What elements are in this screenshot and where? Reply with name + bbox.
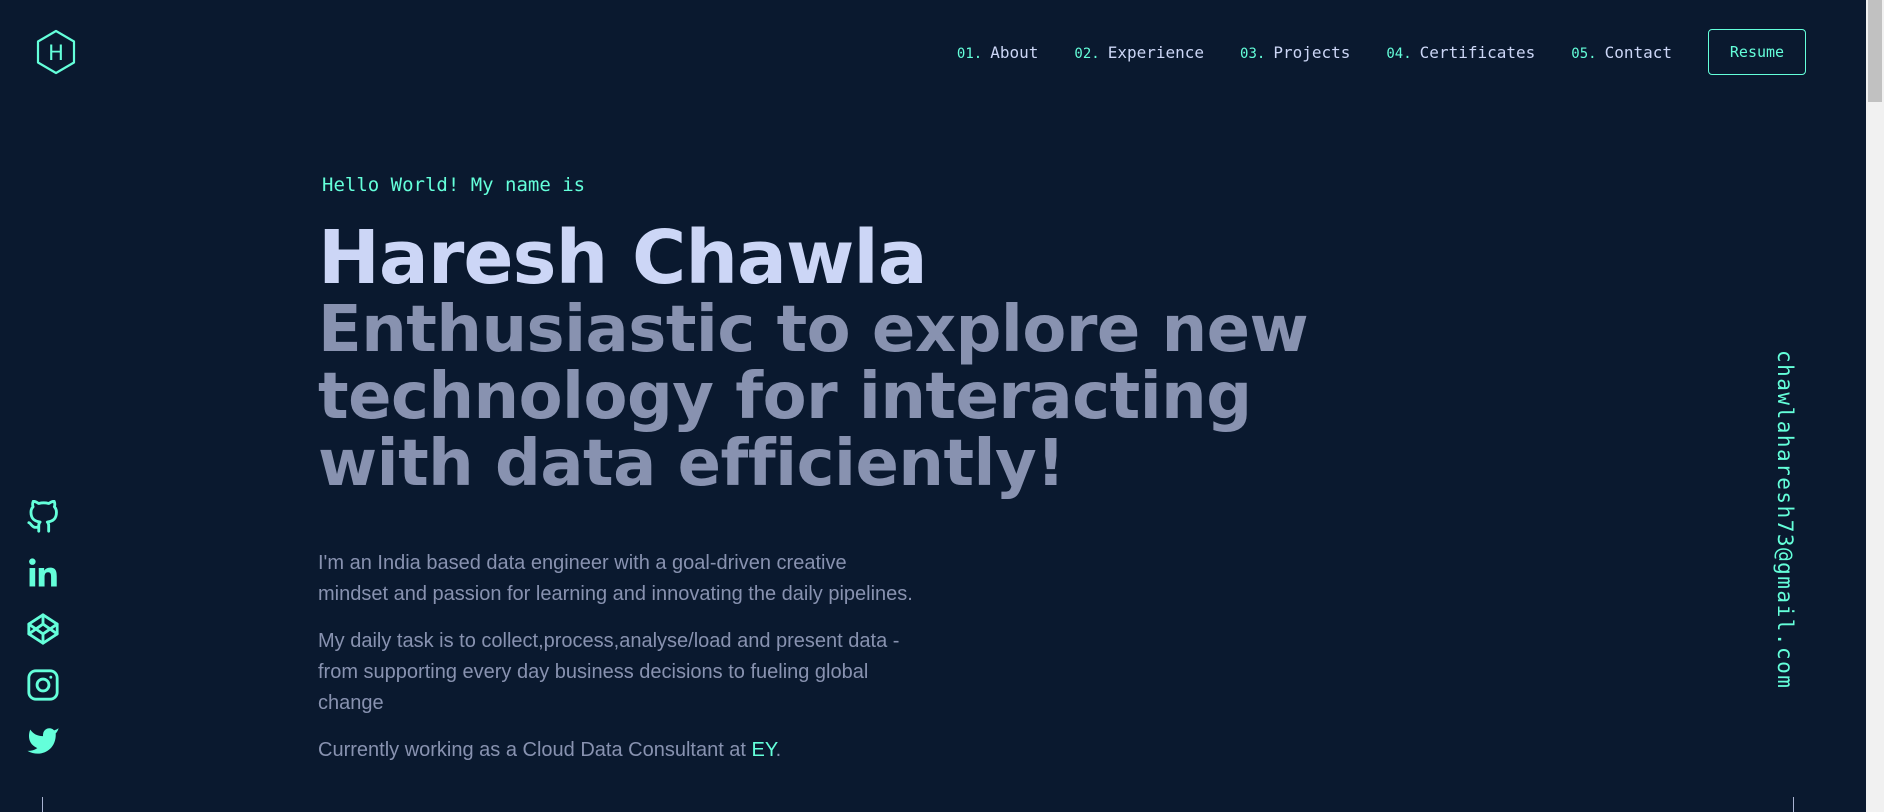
company-link[interactable]: EY <box>752 739 776 761</box>
scrollbar-thumb[interactable] <box>1868 0 1882 102</box>
main-nav: 01. About 02. Experience 03. Projects 04… <box>957 29 1806 75</box>
nav-label: About <box>990 42 1039 62</box>
current-role: Currently working as a Cloud Data Consul… <box>318 735 918 766</box>
nav-item-projects[interactable]: 03. Projects <box>1240 43 1350 62</box>
social-links <box>26 500 60 780</box>
hero-bio: I'm an India based data engineer with a … <box>318 548 918 766</box>
nav-item-contact[interactable]: 05. Contact <box>1571 43 1672 62</box>
bio-paragraph: I'm an India based data engineer with a … <box>318 552 913 605</box>
nav-number: 05. <box>1571 45 1597 62</box>
portfolio-page: H 01. About 02. Experience 03. Projects … <box>0 0 1866 812</box>
hero-greeting: Hello World! My name is <box>322 174 586 196</box>
codepen-icon[interactable] <box>26 612 60 646</box>
nav-label: Certificates <box>1419 42 1536 62</box>
current-role-text: Currently working as a Cloud Data Consul… <box>318 739 752 761</box>
right-divider-line <box>1793 797 1794 812</box>
logo-letter: H <box>48 41 64 65</box>
resume-button[interactable]: Resume <box>1708 29 1806 75</box>
hero-name: Haresh Chawla <box>318 215 928 301</box>
nav-item-experience[interactable]: 02. Experience <box>1074 43 1204 62</box>
hero-tagline: Enthusiastic to explore new technology f… <box>318 293 1309 501</box>
hexagon-logo-icon[interactable]: H <box>32 28 80 76</box>
current-role-suffix: . <box>775 739 782 761</box>
page-scrollbar[interactable] <box>1866 0 1884 812</box>
nav-item-about[interactable]: 01. About <box>957 43 1038 62</box>
hero-section: Hello World! My name is Haresh Chawla En… <box>318 170 1418 782</box>
nav-item-certificates[interactable]: 04. Certificates <box>1386 43 1535 62</box>
nav-number: 03. <box>1240 45 1266 62</box>
email-link[interactable]: chawlaharesh73@gmail.com <box>1773 350 1797 689</box>
nav-label: Experience <box>1107 42 1205 62</box>
nav-number: 02. <box>1074 45 1100 62</box>
linkedin-icon[interactable] <box>26 556 60 590</box>
nav-label: Contact <box>1604 42 1672 62</box>
github-icon[interactable] <box>26 500 60 534</box>
nav-label: Projects <box>1273 42 1351 62</box>
nav-number: 01. <box>956 45 983 62</box>
nav-number: 04. <box>1386 45 1412 62</box>
instagram-icon[interactable] <box>26 668 60 702</box>
left-divider-line <box>42 797 43 812</box>
bio-paragraph: My daily task is to collect,process,anal… <box>318 630 900 714</box>
twitter-icon[interactable] <box>26 724 60 758</box>
